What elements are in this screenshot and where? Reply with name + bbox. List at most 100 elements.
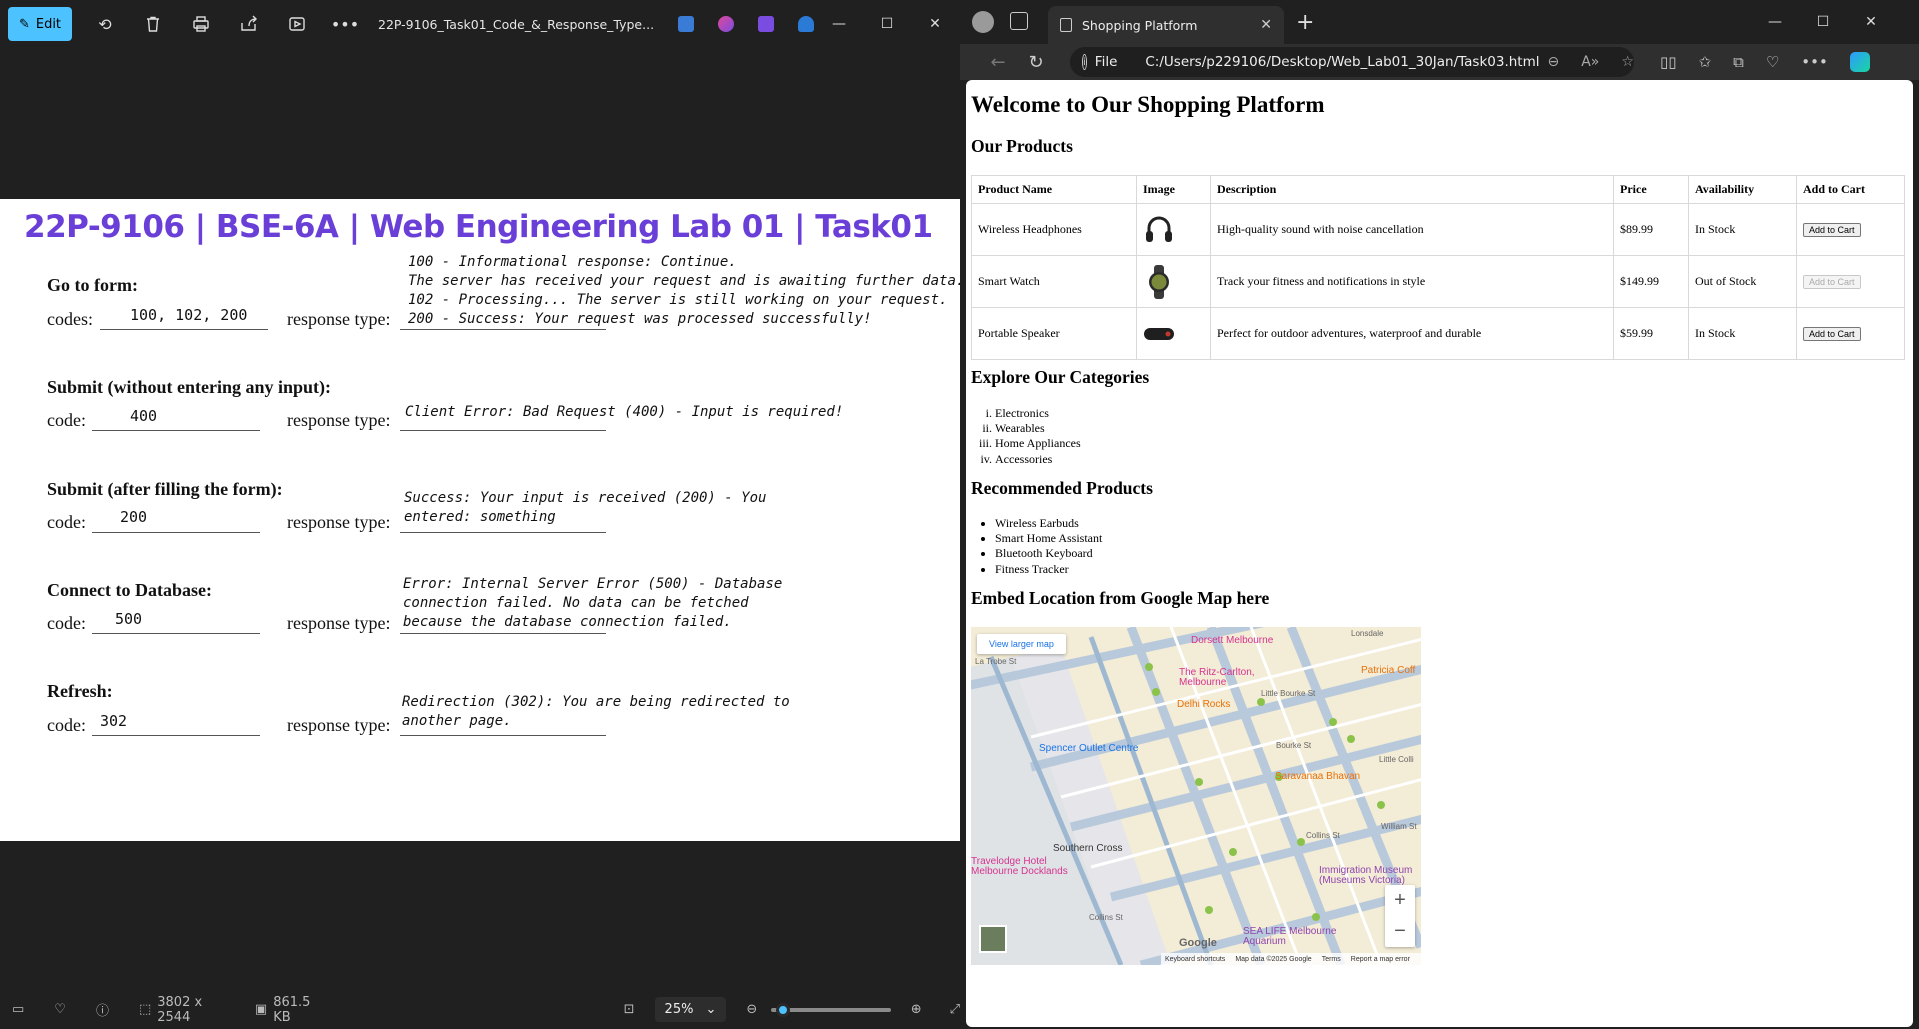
- zoom-icon[interactable]: ⊖: [1548, 54, 1560, 70]
- photos-create-icon[interactable]: [758, 16, 775, 32]
- product-availability: In Stock: [1688, 203, 1797, 256]
- google-map-embed[interactable]: View larger map Dorsett Melbourne Lonsda…: [971, 627, 1421, 965]
- performance-icon[interactable]: ♡: [1766, 53, 1779, 71]
- map-poi-label: SEA LIFE Melbourne Aquarium: [1243, 926, 1337, 947]
- rotate-icon[interactable]: ⟲: [90, 9, 120, 39]
- print-icon[interactable]: [186, 9, 216, 39]
- add-to-cart-cell: Add to Cart: [1796, 307, 1905, 360]
- info-icon[interactable]: i: [1082, 54, 1087, 70]
- list-item: Smart Home Assistant: [995, 531, 1102, 546]
- response-line: Success: Your input is received (200) - …: [404, 490, 767, 506]
- dimensions-info: ⬚ 3802 x 2544: [139, 995, 239, 1025]
- delete-icon[interactable]: [138, 9, 168, 39]
- map-poi-label: Delhi Rocks: [1177, 699, 1231, 710]
- code-label: code:: [47, 512, 86, 532]
- slideshow-icon[interactable]: [282, 9, 312, 39]
- zoom-slider[interactable]: [771, 1002, 891, 1017]
- minimize-icon[interactable]: —: [1751, 0, 1799, 44]
- view-larger-map-link[interactable]: View larger map: [977, 634, 1066, 654]
- product-image-cell: [1136, 307, 1211, 360]
- list-item: Wireless Earbuds: [995, 516, 1102, 531]
- filmstrip-icon[interactable]: ▭: [12, 1002, 24, 1017]
- share-icon[interactable]: [234, 9, 264, 39]
- map-poi-label: Patricia Coff: [1361, 665, 1416, 676]
- fullscreen-icon[interactable]: ⤢: [950, 1002, 960, 1017]
- edit-button[interactable]: ✎ Edit: [8, 7, 72, 41]
- copilot-icon[interactable]: [1849, 52, 1870, 72]
- zoom-out-icon[interactable]: ⊖: [746, 1002, 757, 1017]
- file-name: 22P-9106_Task01_Code_&_Response_Type...: [378, 16, 655, 32]
- map-zoom-out-icon[interactable]: −: [1394, 920, 1406, 943]
- more-options-icon[interactable]: •••: [330, 9, 360, 39]
- favorite-icon[interactable]: ♡: [54, 1002, 66, 1017]
- map-footer-link[interactable]: Terms: [1322, 956, 1341, 963]
- clipchamp-app-icon[interactable]: [718, 16, 735, 32]
- add-to-cart-button[interactable]: Add to Cart: [1803, 223, 1861, 237]
- code-value: 100, 102, 200: [130, 306, 248, 324]
- map-street-label: Collins St: [1306, 831, 1340, 840]
- product-name: Portable Speaker: [971, 307, 1137, 360]
- edit-label: Edit: [35, 16, 62, 32]
- products-heading: Our Products: [971, 136, 1073, 156]
- section-heading: Connect to Database:: [47, 580, 212, 600]
- address-url: C:/Users/p229106/Desktop/Web_Lab01_30Jan…: [1145, 54, 1540, 70]
- underline: [92, 633, 260, 634]
- maximize-icon[interactable]: ☐: [1799, 0, 1847, 44]
- underline: [400, 735, 606, 736]
- product-price: $59.99: [1613, 307, 1689, 360]
- add-to-cart-button[interactable]: Add to Cart: [1803, 327, 1861, 341]
- map-satellite-toggle[interactable]: [979, 925, 1007, 953]
- read-aloud-icon[interactable]: A»: [1581, 54, 1599, 70]
- tab-strip: Shopping Platform ✕ + — ☐ ✕: [960, 0, 1919, 44]
- favorite-star-icon[interactable]: ☆: [1621, 54, 1634, 70]
- map-footer: Keyboard shortcuts Map data ©2025 Google…: [1161, 953, 1421, 965]
- fit-to-window-icon[interactable]: ⊡: [624, 1002, 635, 1017]
- minimize-icon[interactable]: —: [816, 0, 862, 48]
- address-prefix: File: [1094, 54, 1118, 70]
- designer-app-icon[interactable]: [678, 16, 695, 32]
- map-poi-label: Immigration Museum (Museums Victoria): [1319, 865, 1413, 886]
- onedrive-icon[interactable]: [798, 16, 815, 32]
- speaker-icon: [1144, 327, 1174, 340]
- map-footer-text: Map data ©2025 Google: [1235, 955, 1312, 963]
- product-name: Wireless Headphones: [971, 203, 1137, 256]
- product-name: Smart Watch: [971, 255, 1137, 308]
- code-value: 400: [130, 407, 158, 425]
- address-bar[interactable]: i File C:/Users/p229106/Desktop/Web_Lab0…: [1070, 47, 1634, 77]
- response-label: response type:: [287, 512, 391, 532]
- file-size: 861.5 KB: [273, 994, 311, 1025]
- close-icon[interactable]: ✕: [912, 0, 958, 48]
- add-to-cart-cell: Add to Cart: [1796, 203, 1905, 256]
- split-screen-icon[interactable]: ▯▯: [1660, 53, 1677, 71]
- refresh-icon[interactable]: ↻: [1020, 46, 1052, 78]
- back-icon[interactable]: ←: [982, 46, 1014, 78]
- column-header: Price: [1613, 175, 1689, 204]
- close-tab-icon[interactable]: ✕: [1260, 17, 1272, 33]
- new-tab-icon[interactable]: +: [1296, 10, 1314, 35]
- zoom-in-icon[interactable]: ⊕: [911, 1002, 922, 1017]
- list-item: Home Appliances: [995, 436, 1081, 451]
- tab-actions-icon[interactable]: [1010, 12, 1028, 30]
- page-icon: [1060, 18, 1072, 32]
- response-line: Redirection (302): You are being redirec…: [402, 694, 790, 710]
- zoom-dropdown[interactable]: 25% ⌄: [654, 997, 727, 1022]
- collections-icon[interactable]: ⧉: [1733, 53, 1744, 71]
- table-row: Portable Speaker Perfect for outdoor adv…: [971, 307, 1905, 360]
- map-footer-link[interactable]: Keyboard shortcuts: [1165, 956, 1225, 963]
- map-footer-link[interactable]: Report a map error: [1351, 956, 1410, 963]
- map-zoom-controls: + −: [1385, 885, 1415, 947]
- zoom-slider-thumb[interactable]: [776, 1002, 791, 1017]
- code-value: 500: [115, 610, 143, 628]
- maximize-icon[interactable]: ☐: [864, 0, 910, 48]
- info-icon[interactable]: ⓘ: [96, 1000, 109, 1019]
- underline: [100, 329, 268, 330]
- close-icon[interactable]: ✕: [1847, 0, 1895, 44]
- favorites-icon[interactable]: ✩: [1699, 53, 1712, 71]
- column-header: Description: [1210, 175, 1614, 204]
- map-zoom-in-icon[interactable]: +: [1394, 889, 1406, 912]
- tab-shopping-platform[interactable]: Shopping Platform ✕: [1048, 6, 1284, 44]
- more-options-icon[interactable]: •••: [1801, 53, 1828, 71]
- profile-avatar[interactable]: [972, 11, 994, 33]
- map-poi-label: Travelodge Hotel Melbourne Docklands: [971, 856, 1068, 877]
- product-image-cell: [1136, 203, 1211, 256]
